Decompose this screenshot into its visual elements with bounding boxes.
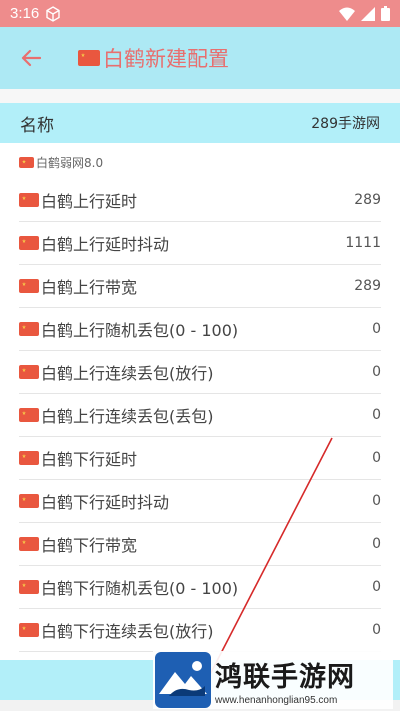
settings-row-9[interactable]: 白鹤下行随机丢包(0 - 100) 0 xyxy=(19,566,381,609)
setting-value: 0 xyxy=(372,407,381,423)
flag-icon xyxy=(19,193,39,207)
setting-value: 0 xyxy=(372,321,381,337)
signal-icon xyxy=(361,6,375,21)
setting-label: 白鹤下行带宽 xyxy=(41,536,138,555)
status-bar: 3:16 xyxy=(0,0,400,27)
setting-value: 289 xyxy=(354,278,381,294)
settings-row-7[interactable]: 白鹤下行延时抖动 0 xyxy=(19,480,381,523)
name-field-label: 名称 xyxy=(20,115,54,136)
setting-label: 白鹤上行带宽 xyxy=(41,278,138,297)
settings-row-8[interactable]: 白鹤下行带宽 0 xyxy=(19,523,381,566)
setting-value: 0 xyxy=(372,579,381,595)
settings-row-0[interactable]: 白鹤上行延时 289 xyxy=(19,179,381,222)
setting-value: 0 xyxy=(372,450,381,466)
wifi-icon xyxy=(339,7,355,21)
box-icon xyxy=(46,5,60,22)
flag-icon xyxy=(19,408,39,422)
settings-list: 白鹤上行延时 289 白鹤上行延时抖动 1111 白鹤上行带宽 289 白鹤上行… xyxy=(0,179,400,652)
setting-label: 白鹤下行随机丢包(0 - 100) xyxy=(41,579,239,598)
settings-row-5[interactable]: 白鹤上行连续丢包(丢包) 0 xyxy=(19,394,381,437)
flag-icon xyxy=(78,50,100,66)
flag-icon xyxy=(19,537,39,551)
setting-label: 白鹤上行随机丢包(0 - 100) xyxy=(41,321,239,340)
setting-value: 1111 xyxy=(345,235,381,251)
setting-label: 白鹤上行延时 xyxy=(41,192,138,211)
flag-icon xyxy=(19,156,34,168)
setting-value: 0 xyxy=(372,364,381,380)
setting-label: 白鹤下行延时 xyxy=(41,450,138,469)
back-arrow-icon xyxy=(21,49,41,67)
battery-icon xyxy=(381,6,390,21)
flag-icon xyxy=(19,580,39,594)
flag-icon xyxy=(19,365,39,379)
setting-label: 白鹤下行延时抖动 xyxy=(41,493,170,512)
settings-row-10[interactable]: 白鹤下行连续丢包(放行) 0 xyxy=(19,609,381,652)
settings-row-4[interactable]: 白鹤上行连续丢包(放行) 0 xyxy=(19,351,381,394)
setting-label: 白鹤下行连续丢包(放行) xyxy=(41,622,214,641)
group-header: 白鹤弱网8.0 xyxy=(19,150,103,174)
watermark-title: 鸿联手游网 xyxy=(215,661,355,693)
flag-icon xyxy=(19,236,39,250)
divider-strip xyxy=(0,89,400,103)
name-field-row[interactable]: 名称 289手游网 xyxy=(0,103,400,143)
group-header-label: 白鹤弱网8.0 xyxy=(36,155,104,170)
watermark: 鸿联手游网 www.henanhonglian95.com xyxy=(153,651,393,709)
settings-row-2[interactable]: 白鹤上行带宽 289 xyxy=(19,265,381,308)
setting-value: 0 xyxy=(372,493,381,509)
watermark-logo-icon xyxy=(155,652,211,708)
app-bar: 白鹤新建配置 xyxy=(0,27,400,89)
setting-value: 0 xyxy=(372,536,381,552)
page-title: 白鹤新建配置 xyxy=(78,43,229,73)
setting-value: 289 xyxy=(354,192,381,208)
status-time: 3:16 xyxy=(10,5,40,22)
name-field-value: 289手游网 xyxy=(311,116,380,132)
flag-icon xyxy=(19,494,39,508)
flag-icon xyxy=(19,322,39,336)
flag-icon xyxy=(19,623,39,637)
flag-icon xyxy=(19,279,39,293)
setting-label: 白鹤上行连续丢包(丢包) xyxy=(41,407,214,426)
flag-icon xyxy=(19,451,39,465)
setting-label: 白鹤上行延时抖动 xyxy=(41,235,170,254)
back-button[interactable] xyxy=(0,27,62,89)
page-title-text: 白鹤新建配置 xyxy=(103,47,229,71)
setting-label: 白鹤上行连续丢包(放行) xyxy=(41,364,214,383)
watermark-url: www.henanhonglian95.com xyxy=(215,694,338,706)
setting-value: 0 xyxy=(372,622,381,638)
settings-row-1[interactable]: 白鹤上行延时抖动 1111 xyxy=(19,222,381,265)
settings-row-3[interactable]: 白鹤上行随机丢包(0 - 100) 0 xyxy=(19,308,381,351)
settings-row-6[interactable]: 白鹤下行延时 0 xyxy=(19,437,381,480)
